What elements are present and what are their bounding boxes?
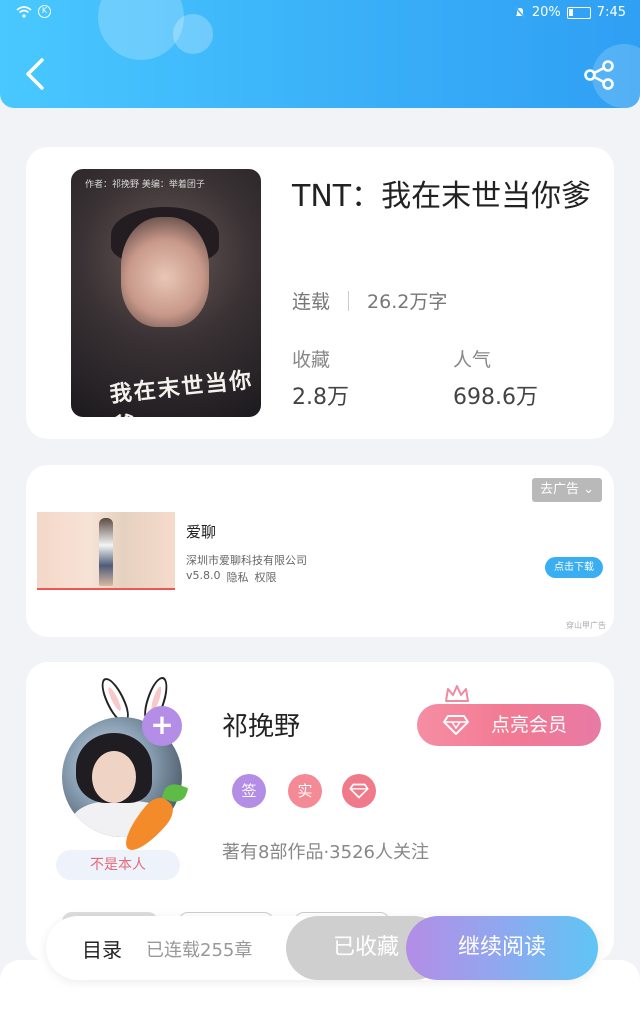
ad-source: 穿山甲广告 [566,621,606,630]
header: K 20% 7:45 [0,0,640,108]
diamond-icon [443,715,469,735]
popularity-value: 698.6万 [453,385,538,410]
author-info: 著有8部作品·3526人关注 [222,842,429,863]
vip-button[interactable]: 点亮会员 [417,704,601,746]
ad-download-button[interactable]: 点击下载 [545,557,603,578]
back-icon[interactable] [20,56,50,92]
mute-bell-icon [514,6,526,19]
ad-person-figure [99,518,113,586]
divider [348,290,350,311]
ad-privacy-link[interactable]: 隐私 [227,569,249,585]
chevron-down-icon: ⌄ [583,482,595,497]
cover-title: 我在末世当你爹 [108,367,255,417]
serial-status: 连载 [292,291,331,313]
book-info-card: 作者：祁挽野 美编：举着团子 我在末世当你爹 TNT：我在末世当你爹 连载 26… [26,147,614,439]
cover-credits: 作者：祁挽野 美编：举着团子 [85,180,205,190]
bottom-action-bar: 目录 已连载255章 已收藏 继续阅读 [46,916,598,980]
chapter-count[interactable]: 已连载255章 [146,936,252,962]
ad-app-name: 爱聊 [186,523,217,541]
book-meta: 连载 26.2万字 [292,287,447,314]
ad-version: v5.8.0 [186,569,221,582]
ad-version-row: v5.8.0 隐私 权限 [186,569,277,585]
remove-ad-label: 去广告 [540,482,580,497]
wifi-icon [16,5,32,18]
ad-company: 深圳市爱聊科技有限公司 [186,554,307,567]
avatar-face [92,751,136,803]
not-me-button[interactable]: 不是本人 [56,850,180,880]
favorites-value: 2.8万 [292,385,349,410]
diamond-badge[interactable] [342,774,376,808]
signed-badge[interactable]: 签 [232,774,266,808]
book-title: TNT：我在末世当你爹 [292,179,592,214]
table-of-contents-button[interactable]: 目录 [82,934,122,963]
author-name[interactable]: 祁挽野 [222,706,300,743]
ad-permissions-link[interactable]: 权限 [255,569,277,585]
verified-badge[interactable]: 实 [288,774,322,808]
battery-percent: 20% [531,5,561,20]
book-cover[interactable]: 作者：祁挽野 美编：举着团子 我在末世当你爹 [71,169,261,417]
clock: 7:45 [596,5,626,20]
vip-label: 点亮会员 [491,714,568,736]
word-count: 26.2万字 [367,291,448,313]
popularity-label: 人气 [453,349,492,371]
crown-icon [445,685,469,702]
ad-image[interactable] [37,512,175,590]
battery-icon [566,6,591,19]
follow-plus-button[interactable]: + [142,706,182,746]
remove-ad-button[interactable]: 去广告 ⌄ [532,478,603,502]
cover-figure-face [121,217,209,327]
continue-reading-button[interactable]: 继续阅读 [406,916,598,980]
favorites-label: 收藏 [292,349,331,371]
diamond-icon [349,783,369,799]
status-bar: K 20% 7:45 [0,0,640,28]
share-icon[interactable] [582,58,616,92]
k-icon: K [38,5,51,18]
ad-card[interactable]: 去广告 ⌄ 爱聊 深圳市爱聊科技有限公司 v5.8.0 隐私 权限 点击下载 穿… [26,465,614,637]
